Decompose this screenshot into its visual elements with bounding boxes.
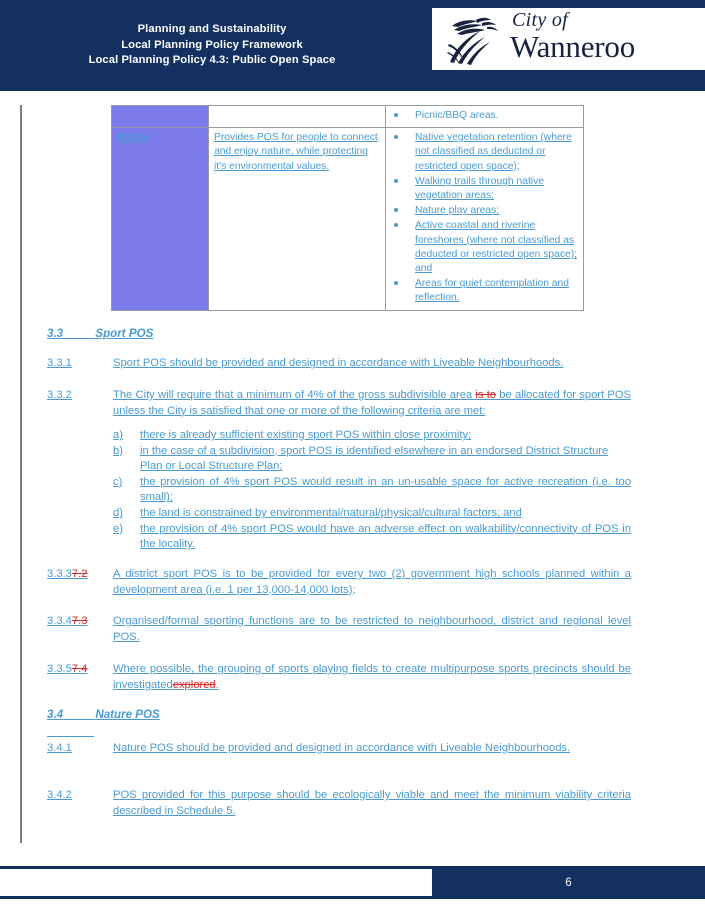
criteria-label: c) bbox=[113, 475, 123, 488]
paragraph-body: Where possible, the grouping of sports p… bbox=[113, 663, 631, 691]
criteria-label: d) bbox=[113, 506, 123, 519]
paragraph-body: Nature POS should be provided and design… bbox=[113, 742, 571, 754]
header-title-line-3: Local Planning Policy 4.3: Public Open S… bbox=[88, 54, 336, 66]
examples-list: Native vegetation retention (where not c… bbox=[391, 131, 578, 305]
logo-line-city-of: City of bbox=[512, 9, 568, 31]
bullet-dot-icon bbox=[394, 178, 398, 183]
paragraph-body: Sport POS should be provided and designe… bbox=[113, 357, 564, 369]
paragraph-number: 3.4.1 bbox=[47, 742, 72, 754]
examples-list: Picnic/BBQ areas. bbox=[391, 109, 578, 123]
paragraph-number: 3.3.57.4 bbox=[47, 663, 88, 675]
paragraph-3-3-1: 3.3.1 Sport POS should be provided and d… bbox=[47, 356, 631, 372]
paragraph-3-4-2: 3.4.2 POS provided for this purpose shou… bbox=[47, 788, 631, 819]
criteria-item-a: a) there is already sufficient existing … bbox=[113, 428, 631, 444]
paragraph-3-3-3: 3.3.37.2 A district sport POS is to be p… bbox=[47, 567, 631, 598]
criteria-item-e: e) the provision of 4% sport POS would h… bbox=[113, 522, 631, 553]
criteria-item-b: b) in the case of a subdivision, sport P… bbox=[113, 444, 631, 475]
logo-wordmark: City of Wanneroo bbox=[510, 10, 635, 62]
table-row: Picnic/BBQ areas. bbox=[111, 104, 584, 129]
bullet-dot-icon bbox=[394, 113, 398, 117]
list-item: Nature play areas; bbox=[391, 204, 578, 218]
table-cell-name: Nature bbox=[111, 127, 209, 311]
criteria-label: e) bbox=[113, 522, 123, 535]
criteria-label: a) bbox=[113, 429, 123, 441]
logo-line-wanneroo: Wanneroo bbox=[510, 29, 636, 64]
table-row: Nature Provides POS for people to connec… bbox=[111, 127, 584, 311]
criteria-label: b) bbox=[113, 444, 123, 457]
heading-nature-pos: 3.4 Nature POS bbox=[47, 708, 160, 721]
table-cell-description bbox=[208, 104, 386, 129]
paragraph-body: The City will require that a minimum of … bbox=[113, 389, 631, 417]
criteria-text: there is already sufficient existing spo… bbox=[140, 429, 472, 441]
list-item: Native vegetation retention (where not c… bbox=[391, 131, 578, 174]
bullet-dot-icon bbox=[394, 135, 398, 140]
criteria-item-d: d) the land is constrained by environmen… bbox=[113, 506, 631, 522]
heading-sport-pos: 3.3 Sport POS bbox=[47, 327, 154, 340]
list-item: Picnic/BBQ areas. bbox=[391, 109, 578, 123]
deleted-number: 7.3 bbox=[71, 615, 88, 627]
deleted-number: 7.2 bbox=[71, 568, 88, 580]
page-header: Planning and Sustainability Local Planni… bbox=[0, 0, 705, 91]
criteria-text: the land is constrained by environmental… bbox=[140, 506, 522, 519]
criteria-text: in the case of a subdivision, sport POS … bbox=[140, 444, 609, 473]
paragraph-3-3-2: 3.3.2 The City will require that a minim… bbox=[47, 388, 631, 419]
list-item: Walking trails through native vegetation… bbox=[391, 175, 578, 203]
paragraph-body: A district sport POS is to be provided f… bbox=[113, 568, 631, 596]
paragraph-3-4-1: 3.4.1 Nature POS should be provided and … bbox=[47, 741, 631, 757]
paragraph-body: POS provided for this purpose should be … bbox=[113, 789, 631, 817]
table-cell-examples: Native vegetation retention (where not c… bbox=[385, 127, 584, 311]
bullet-dot-icon bbox=[394, 223, 398, 228]
inserted-blank-line bbox=[47, 736, 94, 737]
page-number: 6 bbox=[432, 866, 705, 899]
deleted-number: 7.4 bbox=[71, 663, 88, 675]
table-cell-name bbox=[111, 104, 209, 129]
paragraph-number: 3.3.2 bbox=[47, 389, 72, 401]
footer-rule-bottom bbox=[0, 896, 705, 899]
list-item: Areas for quiet contemplation and reflec… bbox=[391, 277, 578, 305]
page-body: Picnic/BBQ areas. Nature Provides POS fo… bbox=[0, 91, 705, 851]
banksia-plant-logo-icon bbox=[447, 17, 498, 65]
bullet-dot-icon bbox=[394, 208, 398, 213]
paragraph-number: 3.4.2 bbox=[47, 789, 72, 801]
paragraph-number: 3.3.37.2 bbox=[47, 568, 88, 580]
deleted-text: explored bbox=[172, 678, 216, 691]
header-title-line-1: Planning and Sustainability bbox=[137, 23, 287, 35]
city-of-wanneroo-logo: City of Wanneroo bbox=[432, 8, 705, 70]
revision-change-bar bbox=[20, 105, 22, 843]
bullet-dot-icon bbox=[394, 281, 398, 286]
criteria-list: a) there is already sufficient existing … bbox=[113, 428, 631, 553]
paragraph-3-3-5: 3.3.57.4 Where possible, the grouping of… bbox=[47, 662, 631, 693]
criteria-text: the provision of 4% sport POS would resu… bbox=[140, 475, 631, 504]
deleted-text: is to bbox=[475, 389, 497, 401]
paragraph-body: Organised/formal sporting functions are … bbox=[113, 615, 631, 643]
criteria-item-c: c) the provision of 4% sport POS would r… bbox=[113, 475, 631, 506]
page-footer: 6 bbox=[0, 851, 705, 919]
list-item: Active coastal and riverine foreshores (… bbox=[391, 219, 578, 276]
paragraph-number: 3.3.47.3 bbox=[47, 615, 88, 627]
table-cell-description: Provides POS for people to connect and e… bbox=[208, 127, 386, 311]
criteria-text: the provision of 4% sport POS would have… bbox=[140, 522, 631, 551]
pos-categories-table: Picnic/BBQ areas. Nature Provides POS fo… bbox=[111, 104, 584, 311]
header-title: Planning and Sustainability Local Planni… bbox=[0, 22, 424, 69]
paragraph-3-3-4: 3.3.47.3 Organised/formal sporting funct… bbox=[47, 614, 631, 645]
table-cell-examples: Picnic/BBQ areas. bbox=[385, 104, 584, 129]
header-title-line-2: Local Planning Policy Framework bbox=[121, 38, 303, 51]
paragraph-number: 3.3.1 bbox=[47, 357, 72, 369]
